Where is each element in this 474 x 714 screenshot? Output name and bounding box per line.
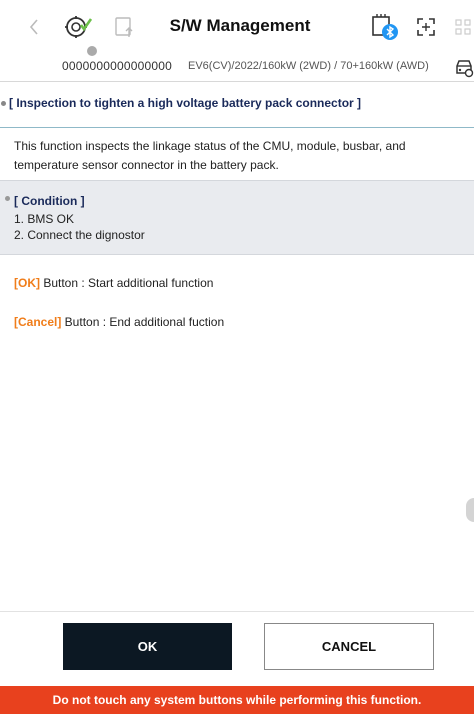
- function-description: This function inspects the linkage statu…: [14, 139, 406, 172]
- ok-note-key: [OK]: [14, 276, 40, 290]
- cancel-note-text: Button : End additional fuction: [61, 315, 225, 329]
- top-bar: S/W Management: [0, 0, 474, 54]
- condition-item: 1. BMS OK: [14, 212, 75, 226]
- upload-icon[interactable]: [110, 12, 140, 42]
- ok-button[interactable]: OK: [63, 623, 232, 670]
- chevron-left-icon[interactable]: [22, 12, 46, 42]
- ok-note-text: Button : Start additional function: [40, 276, 214, 290]
- cancel-note-key: [Cancel]: [14, 315, 62, 329]
- warning-banner: Do not touch any system buttons while pe…: [0, 686, 474, 714]
- ok-button-note: [OK] Button : Start additional function: [14, 276, 213, 290]
- vci-bluetooth-icon[interactable]: [368, 12, 402, 42]
- condition-title: [ Condition ]: [14, 194, 85, 208]
- vin-number: 0000000000000000: [62, 59, 172, 73]
- bullet-icon: [5, 196, 10, 201]
- bullet-icon: [1, 101, 6, 106]
- condition-item: 2. Connect the dignostor: [14, 228, 145, 242]
- expand-icon[interactable]: [412, 12, 440, 42]
- scroll-handle[interactable]: [466, 498, 474, 522]
- grid-icon[interactable]: [452, 12, 474, 42]
- status-dot: [87, 46, 97, 56]
- page-title: S/W Management: [169, 16, 311, 35]
- cancel-button[interactable]: CANCEL: [264, 623, 434, 670]
- vehicle-info-bar: 0000000000000000 EV6(CV)/2022/160kW (2WD…: [0, 46, 474, 82]
- condition-box: [ Condition ] 1. BMS OK 2. Connect the d…: [0, 180, 474, 255]
- section-title: [ Inspection to tighten a high voltage b…: [9, 96, 362, 110]
- diagnosis-check-icon[interactable]: [61, 12, 95, 42]
- cancel-button-note: [Cancel] Button : End additional fuction: [14, 315, 224, 329]
- footer-divider: [0, 611, 474, 612]
- car-icon[interactable]: [454, 57, 474, 79]
- section-header: [ Inspection to tighten a high voltage b…: [0, 90, 474, 128]
- vehicle-model: EV6(CV)/2022/160kW (2WD) / 70+160kW (AWD…: [188, 60, 429, 72]
